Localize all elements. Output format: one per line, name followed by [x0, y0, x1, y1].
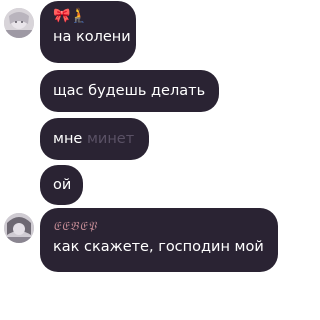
message-text: ой	[53, 177, 72, 193]
message-bubble[interactable]: 𝔈𝔈𝔅𝔈𝔓 как скажете, господин мой	[40, 208, 278, 272]
message-text: мне минет	[53, 129, 136, 149]
avatar[interactable]	[4, 8, 34, 38]
sender-row: 𝔈𝔈𝔅𝔈𝔓	[53, 217, 265, 235]
sender-name: 𝔈𝔈𝔅𝔈𝔓	[53, 219, 98, 233]
sender-emoji-icon: 🎀🧎	[53, 8, 88, 24]
avatar[interactable]	[4, 213, 34, 243]
message-bubble[interactable]: мне минет	[40, 118, 149, 160]
message-text: на колени	[53, 29, 131, 45]
chat-thread: 🎀🧎 на колени щас будешь делать мне минет…	[0, 0, 280, 320]
message-text-faded: минет	[86, 131, 135, 147]
avatar-image	[4, 8, 34, 38]
avatar-image	[4, 213, 34, 243]
sender-row: 🎀🧎	[53, 7, 123, 25]
message-bubble[interactable]: щас будешь делать	[40, 70, 219, 112]
message-bubble[interactable]: ой	[40, 165, 83, 205]
message-text-visible: мне	[53, 131, 83, 147]
message-text: щас будешь делать	[53, 83, 206, 99]
message-text: как скажете, господин мой	[53, 239, 264, 255]
message-bubble[interactable]: 🎀🧎 на колени	[40, 1, 136, 63]
